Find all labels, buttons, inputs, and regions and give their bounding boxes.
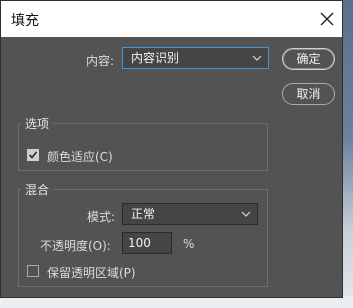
close-icon	[320, 12, 334, 26]
mode-label: 模式:	[87, 210, 116, 224]
blending-group-title: 混合	[21, 181, 54, 198]
chevron-down-icon	[241, 211, 251, 217]
mode-value: 正常	[131, 207, 156, 221]
close-button[interactable]	[316, 8, 338, 30]
dialog-title: 填充	[11, 13, 39, 29]
options-group-title: 选项	[21, 115, 54, 132]
cancel-button[interactable]: 取消	[282, 83, 335, 105]
mode-select[interactable]: 正常	[122, 203, 258, 225]
content-value: 内容识别	[131, 51, 180, 65]
fill-dialog: 填充 内容: 内容识别 确定 取消 选项 颜色适应(C) 混合 模式: 正常 不…	[0, 0, 343, 298]
check-icon	[28, 151, 38, 159]
title-bar: 填充	[1, 1, 342, 37]
preserve-transparency-checkbox[interactable]	[27, 265, 39, 277]
color-adapt-checkbox[interactable]	[27, 149, 39, 161]
color-adapt-label: 颜色适应(C)	[47, 150, 113, 164]
chevron-down-icon	[252, 55, 262, 61]
opacity-input[interactable]: 100	[122, 232, 172, 254]
opacity-unit: %	[183, 237, 195, 251]
content-select[interactable]: 内容识别	[122, 47, 269, 69]
opacity-label: 不透明度(O):	[40, 239, 111, 253]
ok-button[interactable]: 确定	[282, 48, 335, 70]
preserve-transparency-label: 保留透明区域(P)	[47, 266, 136, 280]
content-label: 内容:	[86, 54, 115, 68]
